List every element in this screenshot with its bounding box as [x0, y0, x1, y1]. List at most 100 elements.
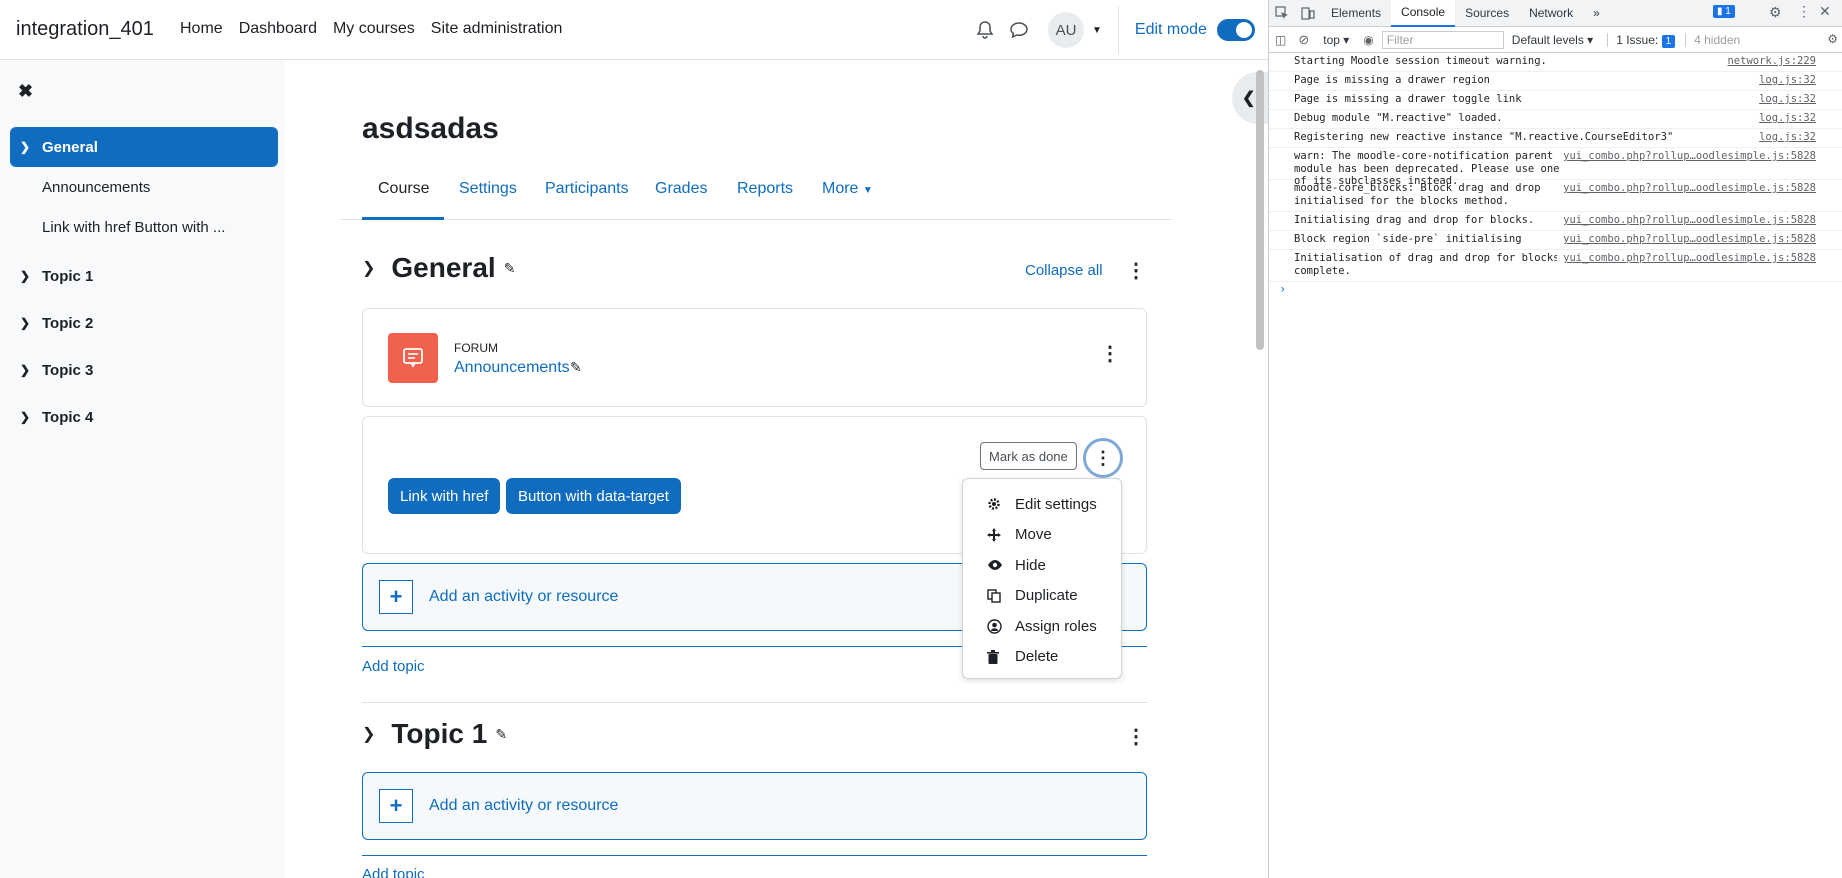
console-message: Page is missing a drawer toggle link log.… — [1269, 91, 1842, 110]
course-index-section-topic-3[interactable]: ❯ Topic 3 — [10, 350, 278, 390]
course-index-item-announcements[interactable]: Announcements — [10, 167, 278, 207]
trash-icon — [987, 649, 1015, 664]
add-activity-topic-1[interactable]: + Add an activity or resource — [362, 772, 1147, 840]
message-source-link[interactable]: log.js:32 — [1753, 112, 1816, 125]
devtools-tab-elements[interactable]: Elements — [1321, 0, 1391, 27]
close-devtools-icon[interactable]: ✕ — [1819, 3, 1831, 20]
activity-actions-kebab-icon[interactable]: ⋮ — [1083, 438, 1123, 478]
message-source-link[interactable]: yui_combo.php?rollup…oodlesimple.js:5828 — [1557, 182, 1816, 195]
tab-grades[interactable]: Grades — [655, 180, 707, 198]
add-activity-label[interactable]: Add an activity or resource — [429, 588, 618, 606]
devtools-tab-console[interactable]: Console — [1391, 0, 1456, 27]
live-expression-eye-icon[interactable]: ◉ — [1363, 33, 1373, 47]
site-brand[interactable]: integration_401 — [16, 18, 154, 41]
log-levels-dropdown[interactable]: Default levels ▾ — [1512, 33, 1593, 47]
tab-course[interactable]: Course — [378, 180, 430, 198]
nav-my-courses[interactable]: My courses — [333, 20, 415, 38]
add-topic-link[interactable]: Add topic — [362, 658, 425, 675]
course-index-section-general[interactable]: ❯ General — [10, 127, 278, 167]
chevron-down-icon: ❯ — [20, 140, 31, 154]
more-options-icon[interactable]: ⋮ — [1797, 3, 1811, 20]
collapse-all-link[interactable]: Collapse all — [1025, 262, 1103, 279]
nav-dashboard[interactable]: Dashboard — [239, 20, 317, 38]
edit-mode-label: Edit mode — [1134, 21, 1207, 38]
console-message: Debug module "M.reactive" loaded. log.js:… — [1269, 110, 1842, 129]
issues-indicator[interactable]: 1 Issue: 1 — [1607, 32, 1676, 48]
menu-item-edit-settings[interactable]: Edit settings — [963, 489, 1121, 520]
edit-title-pencil-icon[interactable]: ✎ — [495, 726, 507, 743]
collapse-chevron-icon[interactable]: ❯ — [362, 258, 375, 278]
add-topic-link[interactable]: Add topic — [362, 866, 425, 878]
message-source-link[interactable]: yui_combo.php?rollup…oodlesimple.js:5828 — [1557, 252, 1816, 265]
menu-item-assign-roles[interactable]: Assign roles — [963, 611, 1121, 642]
sidebar-toggle-icon[interactable]: ◫ — [1275, 33, 1286, 47]
nav-site-administration[interactable]: Site administration — [431, 20, 563, 38]
user-avatar[interactable]: AU — [1048, 12, 1084, 48]
inspect-element-icon[interactable] — [1269, 0, 1295, 27]
add-activity-label[interactable]: Add an activity or resource — [429, 797, 618, 815]
message-text: Initialisation of drag and drop for bloc… — [1294, 252, 1560, 277]
edit-name-pencil-icon[interactable]: ✎ — [570, 359, 582, 376]
course-index-section-topic-1[interactable]: ❯ Topic 1 — [10, 256, 278, 296]
link-with-href-button[interactable]: Link with href — [388, 478, 501, 514]
section-title: Topic 1 — [391, 718, 488, 749]
console-prompt[interactable]: › — [1269, 282, 1842, 296]
tab-settings[interactable]: Settings — [459, 180, 517, 198]
message-source-link[interactable]: log.js:32 — [1753, 74, 1816, 87]
messages-badge[interactable]: ▮ 1 — [1713, 5, 1735, 18]
message-source-link[interactable]: yui_combo.php?rollup…oodlesimple.js:5828 — [1557, 233, 1816, 246]
menu-item-label: Hide — [1015, 556, 1046, 574]
messages-chat-icon[interactable] — [1002, 12, 1036, 48]
devtools-tab-sources[interactable]: Sources — [1455, 0, 1519, 27]
edit-mode-toggle[interactable] — [1216, 19, 1255, 41]
activity-actions-kebab-icon[interactable]: ⋮ — [1100, 341, 1120, 366]
notifications-bell-icon[interactable] — [968, 12, 1002, 48]
menu-item-delete[interactable]: Delete — [963, 642, 1121, 673]
message-text: Page is missing a drawer toggle link — [1294, 93, 1522, 105]
course-index-list: ❯ General Announcements Link with href B… — [10, 127, 278, 452]
course-index-item-link-button[interactable]: Link with href Button with ... — [10, 207, 278, 247]
context-selector[interactable]: top ▾ — [1323, 33, 1349, 47]
menu-item-hide[interactable]: Hide — [963, 550, 1121, 581]
devtools-tab-network[interactable]: Network — [1519, 0, 1583, 27]
collapse-chevron-icon[interactable]: ❯ — [362, 724, 375, 744]
message-source-link[interactable]: log.js:32 — [1753, 131, 1816, 144]
section-actions-kebab-icon[interactable]: ⋮ — [1126, 258, 1146, 283]
message-source-link[interactable]: log.js:32 — [1753, 93, 1816, 106]
user-circle-icon — [987, 619, 1015, 634]
menu-item-duplicate[interactable]: Duplicate — [963, 581, 1121, 612]
console-filter-input[interactable]: Filter — [1381, 30, 1504, 49]
edit-title-pencil-icon[interactable]: ✎ — [504, 260, 516, 277]
message-text: moodle-core_blocks: Block drag and drop … — [1294, 182, 1541, 207]
course-index-section-topic-4[interactable]: ❯ Topic 4 — [10, 397, 278, 437]
message-text: Page is missing a drawer region — [1294, 74, 1490, 86]
close-drawer-icon[interactable]: ✖ — [18, 81, 33, 102]
messages-badge-count: 1 — [1725, 6, 1731, 17]
course-title: asdsadas — [362, 112, 499, 145]
device-toolbar-icon[interactable] — [1295, 0, 1321, 27]
message-source-link[interactable]: yui_combo.php?rollup…oodlesimple.js:5828 — [1557, 150, 1816, 163]
course-index-section-topic-2[interactable]: ❯ Topic 2 — [10, 303, 278, 343]
forum-icon — [388, 333, 438, 383]
settings-gear-icon[interactable]: ⚙ — [1769, 4, 1782, 21]
menu-item-move[interactable]: Move — [963, 520, 1121, 551]
mark-as-done-button[interactable]: Mark as done — [980, 442, 1077, 470]
button-with-data-target[interactable]: Button with data-target — [506, 478, 681, 514]
clear-console-icon[interactable]: ⊘ — [1298, 32, 1309, 48]
user-menu-chevron-down-icon[interactable]: ▼ — [1092, 25, 1102, 36]
nav-home[interactable]: Home — [180, 20, 223, 38]
add-plus-icon[interactable]: + — [379, 789, 413, 823]
eye-icon — [987, 559, 1015, 571]
activity-action-menu: Edit settings Move Hide Duplicate Assign… — [962, 478, 1122, 679]
tab-more[interactable]: More ▼ — [822, 180, 873, 198]
tab-reports[interactable]: Reports — [737, 180, 793, 198]
activity-link-announcements[interactable]: Announcements — [454, 359, 570, 377]
section-actions-kebab-icon[interactable]: ⋮ — [1126, 724, 1146, 749]
tab-participants[interactable]: Participants — [545, 180, 629, 198]
console-settings-gear-icon[interactable]: ⚙ — [1827, 32, 1838, 46]
page-scrollbar[interactable] — [1256, 70, 1264, 350]
add-plus-icon[interactable]: + — [379, 580, 413, 614]
more-tabs-icon[interactable]: » — [1583, 0, 1610, 27]
message-source-link[interactable]: yui_combo.php?rollup…oodlesimple.js:5828 — [1557, 214, 1816, 227]
message-source-link[interactable]: network.js:229 — [1721, 55, 1816, 68]
